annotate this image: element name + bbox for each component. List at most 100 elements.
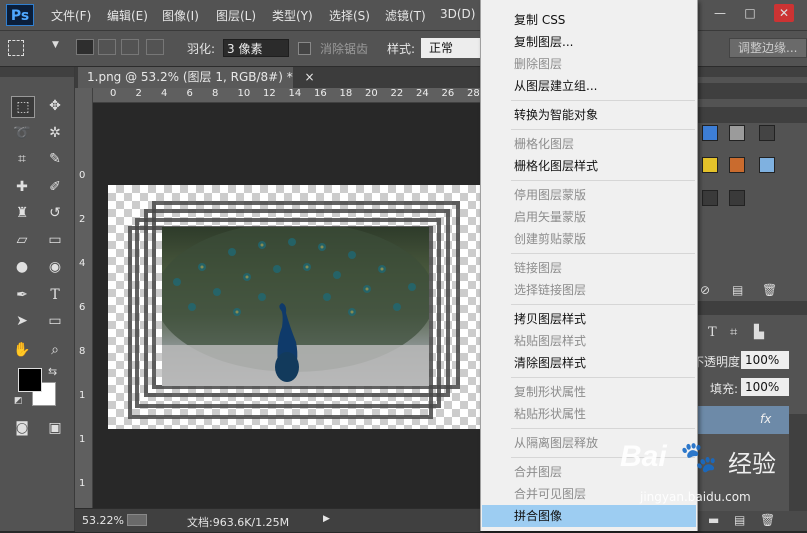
menu-file[interactable]: 文件(F) (51, 7, 91, 24)
context-menu-item[interactable]: 栅格化图层样式 (482, 155, 696, 177)
minimize-button[interactable]: — (710, 4, 730, 22)
status-options-icon[interactable] (127, 514, 147, 526)
document-tab-title: 1.png @ 53.2% (图层 1, RGB/8#) * (87, 70, 293, 84)
history-brush-icon[interactable]: ↺ (44, 203, 66, 223)
context-menu-item[interactable]: 拷贝图层样式 (482, 308, 696, 330)
dodge-icon[interactable]: ◉ (44, 257, 66, 277)
tab-close-icon[interactable]: × (305, 70, 315, 84)
shape-icon[interactable]: ▭ (44, 311, 66, 331)
chevron-down-icon[interactable]: ▼ (52, 40, 59, 50)
default-colors-icon[interactable]: ◩ (14, 396, 23, 406)
pen-icon[interactable]: ✒ (11, 285, 33, 305)
status-menu-arrow-icon[interactable]: ▶ (323, 514, 330, 524)
ruler-tick-label: 20 (365, 88, 378, 99)
screen-mode-icon[interactable]: ▣ (44, 418, 66, 438)
subtract-selection-icon[interactable] (121, 39, 139, 55)
toolbar-header (0, 67, 74, 77)
brush-icon[interactable]: ✐ (44, 177, 66, 197)
feather-input[interactable]: 3 像素 (223, 39, 289, 57)
menu-separator (511, 100, 695, 101)
type-icon[interactable]: T (44, 285, 66, 305)
style-swatch-1[interactable] (702, 125, 718, 141)
menu-separator (511, 377, 695, 378)
menu-edit[interactable]: 编辑(E) (107, 7, 148, 24)
menu-layer[interactable]: 图层(L) (216, 7, 256, 24)
move-tool-icon[interactable]: ✥ (44, 96, 66, 116)
close-window-button[interactable]: ✕ (774, 4, 794, 22)
menu-type[interactable]: 类型(Y) (272, 7, 313, 24)
zoom-level[interactable]: 53.22% (82, 514, 124, 527)
rect-marquee-icon[interactable]: ⬚ (11, 96, 35, 118)
antialias-checkbox[interactable] (298, 42, 311, 55)
style-swatch-5[interactable] (729, 157, 745, 173)
gradient-icon[interactable]: ▭ (44, 230, 66, 250)
ruler-tick-label: 26 (441, 88, 455, 99)
lasso-icon[interactable]: ➰ (11, 123, 33, 143)
new-style-icon[interactable]: ▤ (732, 283, 743, 297)
status-bar: 53.22% 文档:963.6K/1.25M ▶ (75, 508, 480, 532)
delete-style-icon[interactable]: ⊘ (700, 283, 710, 297)
style-swatch-8[interactable] (729, 190, 745, 206)
panel-header-2 (696, 107, 807, 123)
context-menu-item[interactable]: 转换为智能对象 (482, 104, 696, 126)
document-tab[interactable]: 1.png @ 53.2% (图层 1, RGB/8#) * × (78, 67, 315, 88)
add-selection-icon[interactable] (98, 39, 116, 55)
context-menu-item[interactable]: 从图层建立组... (482, 75, 696, 97)
magic-wand-icon[interactable]: ✲ (44, 123, 66, 143)
fill-label: 填充: (710, 382, 739, 396)
crop-icon[interactable]: ⌗ (11, 149, 33, 169)
context-menu-item: 删除图层 (514, 57, 563, 71)
blur-icon[interactable]: ● (11, 257, 33, 277)
eyedropper-icon[interactable]: ✎ (44, 149, 66, 169)
ruler-tick-label: 16 (314, 88, 327, 99)
path-selection-icon[interactable]: ➤ (11, 311, 33, 331)
document-size-info: 文档:963.6K/1.25M (187, 516, 290, 529)
clone-stamp-icon[interactable]: ♜ (11, 203, 33, 223)
trash-icon[interactable]: 🗑 (762, 283, 777, 297)
filter-shape-icon[interactable]: ⌗ (730, 325, 737, 340)
layer-fx-badge[interactable]: fx (760, 412, 771, 426)
menu-filter[interactable]: 滤镜(T) (385, 7, 426, 24)
context-menu-item[interactable]: 复制图层... (482, 31, 696, 53)
ruler-tick-label: 14 (288, 88, 302, 99)
ruler-tick-label: 1 (79, 478, 86, 489)
fill-input[interactable]: 100% (741, 378, 789, 396)
hand-icon[interactable]: ✋ (11, 340, 33, 360)
watermark-brand-cn: 经验 (728, 450, 776, 478)
intersect-selection-icon[interactable] (146, 39, 164, 55)
maximize-button[interactable]: □ (740, 4, 760, 22)
swap-colors-icon[interactable]: ⇆ (48, 365, 57, 378)
ruler-tick-label: 0 (110, 88, 117, 99)
style-swatch-4[interactable] (702, 157, 718, 173)
foreground-color-swatch[interactable] (18, 368, 42, 392)
ruler-tick-label: 8 (212, 88, 219, 99)
filter-type-icon[interactable]: T (708, 325, 717, 340)
refine-edge-button[interactable]: 调整边缘... (729, 38, 807, 58)
selected-layer-row[interactable]: fx (696, 406, 789, 434)
context-menu-item[interactable]: 清除图层样式 (482, 352, 696, 374)
quick-mask-icon[interactable]: ◙ (11, 418, 33, 438)
opacity-input[interactable]: 100% (741, 351, 789, 369)
ruler-tick-label: 4 (79, 258, 86, 269)
healing-brush-icon[interactable]: ✚ (11, 177, 33, 197)
marquee-tool-icon[interactable] (8, 40, 24, 56)
eraser-icon[interactable]: ▱ (11, 230, 33, 250)
filter-smart-icon[interactable]: ▙ (754, 325, 764, 340)
ruler-tick-label: 22 (390, 88, 404, 99)
menu-image[interactable]: 图像(I) (162, 7, 199, 24)
style-swatch-2[interactable] (729, 125, 745, 141)
context-menu-item: 复制形状属性 (514, 385, 587, 399)
context-menu-item: 粘贴形状属性 (514, 407, 587, 421)
context-menu-item[interactable]: 复制 CSS (482, 9, 696, 31)
layers-panel-header (696, 301, 807, 315)
menu-select[interactable]: 选择(S) (329, 7, 370, 24)
style-select[interactable]: 正常 (421, 38, 481, 58)
panel-collapse-bar[interactable] (696, 67, 807, 77)
photoshop-logo: Ps (6, 4, 34, 26)
new-selection-icon[interactable] (76, 39, 94, 55)
style-swatch-6[interactable] (759, 157, 775, 173)
zoom-icon[interactable]: ⌕ (44, 340, 66, 360)
menu-3d[interactable]: 3D(D) (440, 7, 475, 21)
style-swatch-3[interactable] (759, 125, 775, 141)
style-swatch-7[interactable] (702, 190, 718, 206)
